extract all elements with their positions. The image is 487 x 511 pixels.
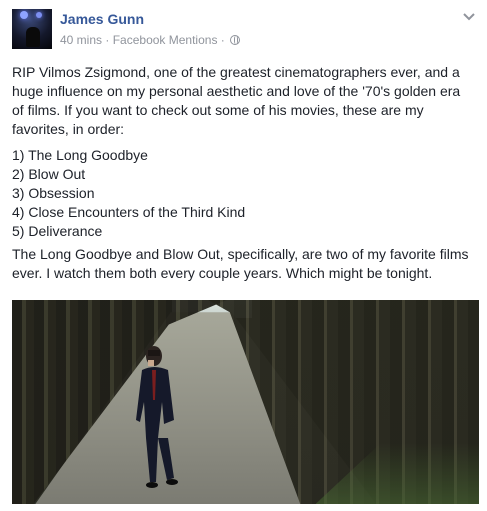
avatar-light-icon: [20, 11, 28, 19]
post-header: James Gunn 40 mins · Facebook Mentions ·: [12, 9, 475, 51]
list-item: 4) Close Encounters of the Third Kind: [12, 204, 246, 220]
chevron-down-icon[interactable]: [463, 13, 475, 21]
post-source: Facebook Mentions: [112, 33, 218, 47]
post-paragraph: The Long Goodbye and Blow Out, specifica…: [12, 246, 469, 281]
post-timestamp[interactable]: 40 mins: [60, 33, 102, 47]
post-body: RIP Vilmos Zsigmond, one of the greatest…: [12, 63, 471, 290]
avatar-light-icon: [36, 12, 42, 18]
list-item: 5) Deliverance: [12, 223, 103, 239]
walking-man-figure: [136, 346, 178, 488]
meta-separator: ·: [220, 33, 225, 47]
post-meta: 40 mins · Facebook Mentions ·: [60, 33, 241, 47]
list-item: 2) Blow Out: [12, 166, 86, 182]
list-item: 3) Obsession: [12, 185, 95, 201]
meta-separator: ·: [105, 33, 110, 47]
globe-icon[interactable]: [230, 35, 241, 45]
favorites-list: 1) The Long Goodbye 2) Blow Out 3) Obses…: [12, 146, 471, 241]
facebook-post: James Gunn 40 mins · Facebook Mentions ·…: [0, 0, 487, 511]
avatar-figure-icon: [26, 27, 40, 47]
post-paragraph: RIP Vilmos Zsigmond, one of the greatest…: [12, 64, 461, 137]
post-photo[interactable]: [12, 300, 479, 504]
author-name-link[interactable]: James Gunn: [60, 11, 144, 27]
author-avatar[interactable]: [12, 9, 52, 49]
list-item: 1) The Long Goodbye: [12, 147, 148, 163]
